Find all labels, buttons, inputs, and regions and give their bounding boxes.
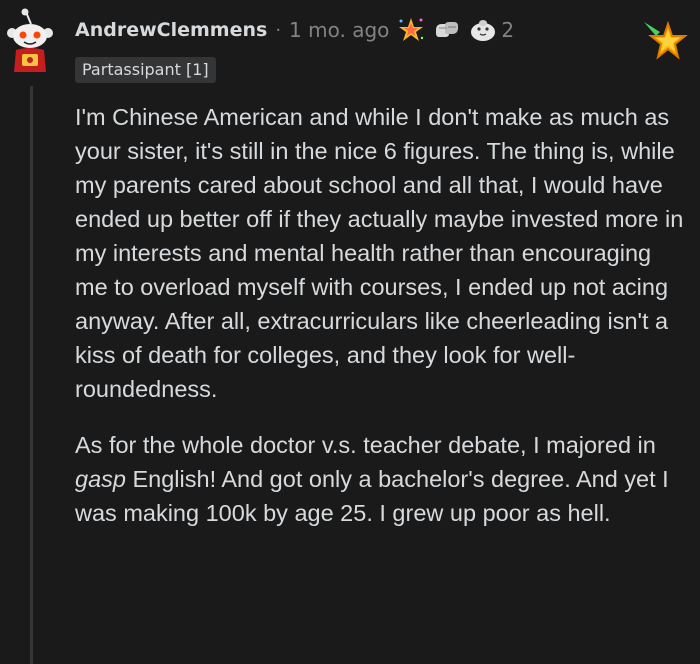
thread-line[interactable] — [30, 86, 33, 664]
timestamp-link[interactable]: 1 mo. ago — [289, 18, 389, 42]
paragraph-2-lead: As for the whole doctor v.s. teacher deb… — [75, 432, 656, 458]
comment-body: I'm Chinese American and while I don't m… — [75, 100, 685, 552]
emphasized-word: gasp — [75, 466, 126, 492]
user-flair: Partassipant [1] — [75, 57, 216, 83]
paragraph-2-tail: English! And got only a bachelor's degre… — [75, 466, 669, 526]
gold-star-badge-icon — [644, 20, 688, 60]
meta-separator: · — [275, 19, 282, 41]
comment-paragraph-2: As for the whole doctor v.s. teacher deb… — [75, 428, 685, 530]
fist-bump-award-icon[interactable] — [433, 16, 461, 44]
username-link[interactable]: AndrewClemmens — [75, 19, 267, 41]
starstruck-award-icon[interactable] — [397, 16, 425, 44]
comment-paragraph-1: I'm Chinese American and while I don't m… — [75, 104, 684, 402]
award-count: 2 — [501, 18, 515, 42]
wholesome-seal-award-icon[interactable] — [469, 16, 497, 44]
user-avatar[interactable] — [4, 8, 56, 74]
comment-header: AndrewClemmens · 1 mo. ago 2 — [75, 14, 514, 46]
